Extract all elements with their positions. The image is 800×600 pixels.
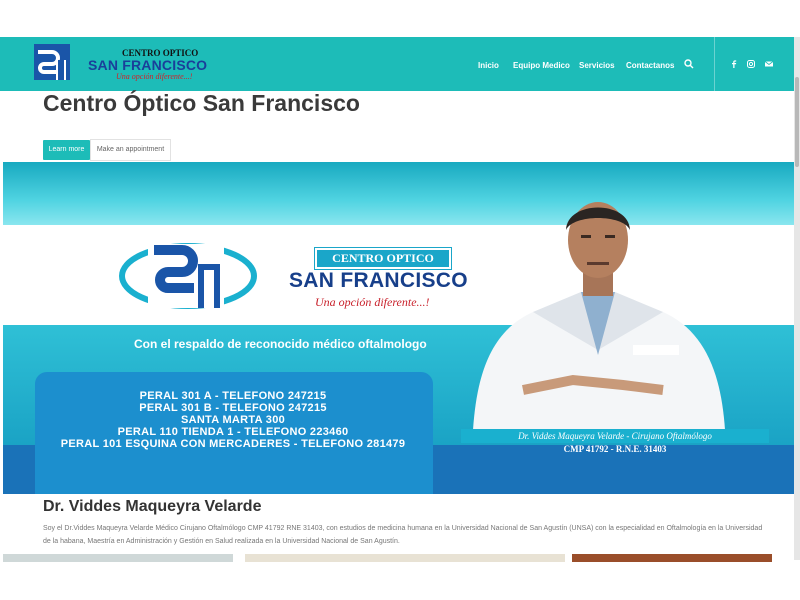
top-blank [0,0,800,37]
section-paragraph: Soy el Dr.Viddes Maqueyra Velarde Médico… [43,525,763,545]
doctor-photo [473,202,725,430]
banner-tagline: Una opción diferente...! [315,295,430,309]
address-line: SANTA MARTA 300 [180,414,286,426]
page-title: Centro Óptico San Francisco [43,90,360,116]
mail-icon[interactable] [764,59,774,69]
brand-line2: SAN FRANCISCO [88,57,208,73]
brand-tagline: Una opción diferente...! [116,72,193,81]
gallery-image [3,554,233,562]
page: CENTRO OPTICO SAN FRANCISCO Una opción d… [0,0,800,600]
instagram-icon[interactable] [746,59,756,69]
address-line: PERAL 301 B - TELEFONO 247215 [139,402,327,414]
doctor-caption-name: Dr. Viddes Maqueyra Velarde - Cirujano O… [461,429,769,443]
appointment-button[interactable]: Make an appointment [90,139,171,161]
gallery-image [245,554,565,562]
nav-item-contactanos[interactable]: Contactanos [626,60,674,72]
address-line: PERAL 101 ESQUINA CON MERCADERES - TELEF… [60,438,406,450]
nav-item-inicio[interactable]: Inicio [478,60,499,72]
learn-more-button[interactable]: Learn more [43,140,90,160]
logo-mark-icon [34,44,70,80]
hero-banner-image: CENTRO OPTICO SAN FRANCISCO Una opción d… [3,162,794,494]
search-icon[interactable] [684,59,694,69]
section-heading: Dr. Viddes Maqueyra Velarde [43,498,262,515]
nav-item-equipo-medico[interactable]: Equipo Medico [513,60,570,72]
scrollbar-thumb[interactable] [795,77,799,167]
banner-support-text: Con el respaldo de reconocido médico oft… [134,337,427,351]
nav-divider [714,37,715,91]
doctor-caption-registration: CMP 41792 - R.N.E. 31403 [563,444,667,454]
scrollbar[interactable] [794,37,800,560]
site-logo[interactable]: CENTRO OPTICO SAN FRANCISCO Una opción d… [30,42,207,82]
banner-box-label: CENTRO OPTICO [315,248,451,269]
address-line: PERAL 110 TIENDA 1 - TELEFONO 223460 [117,426,349,438]
banner-brand-name: SAN FRANCISCO [289,269,468,292]
nav-item-servicios[interactable]: Servicios [579,60,615,72]
gallery-image [572,554,772,562]
facebook-icon[interactable] [729,59,739,69]
banner-logo-icon [119,243,257,309]
address-line: PERAL 301 A - TELEFONO 247215 [139,390,327,402]
